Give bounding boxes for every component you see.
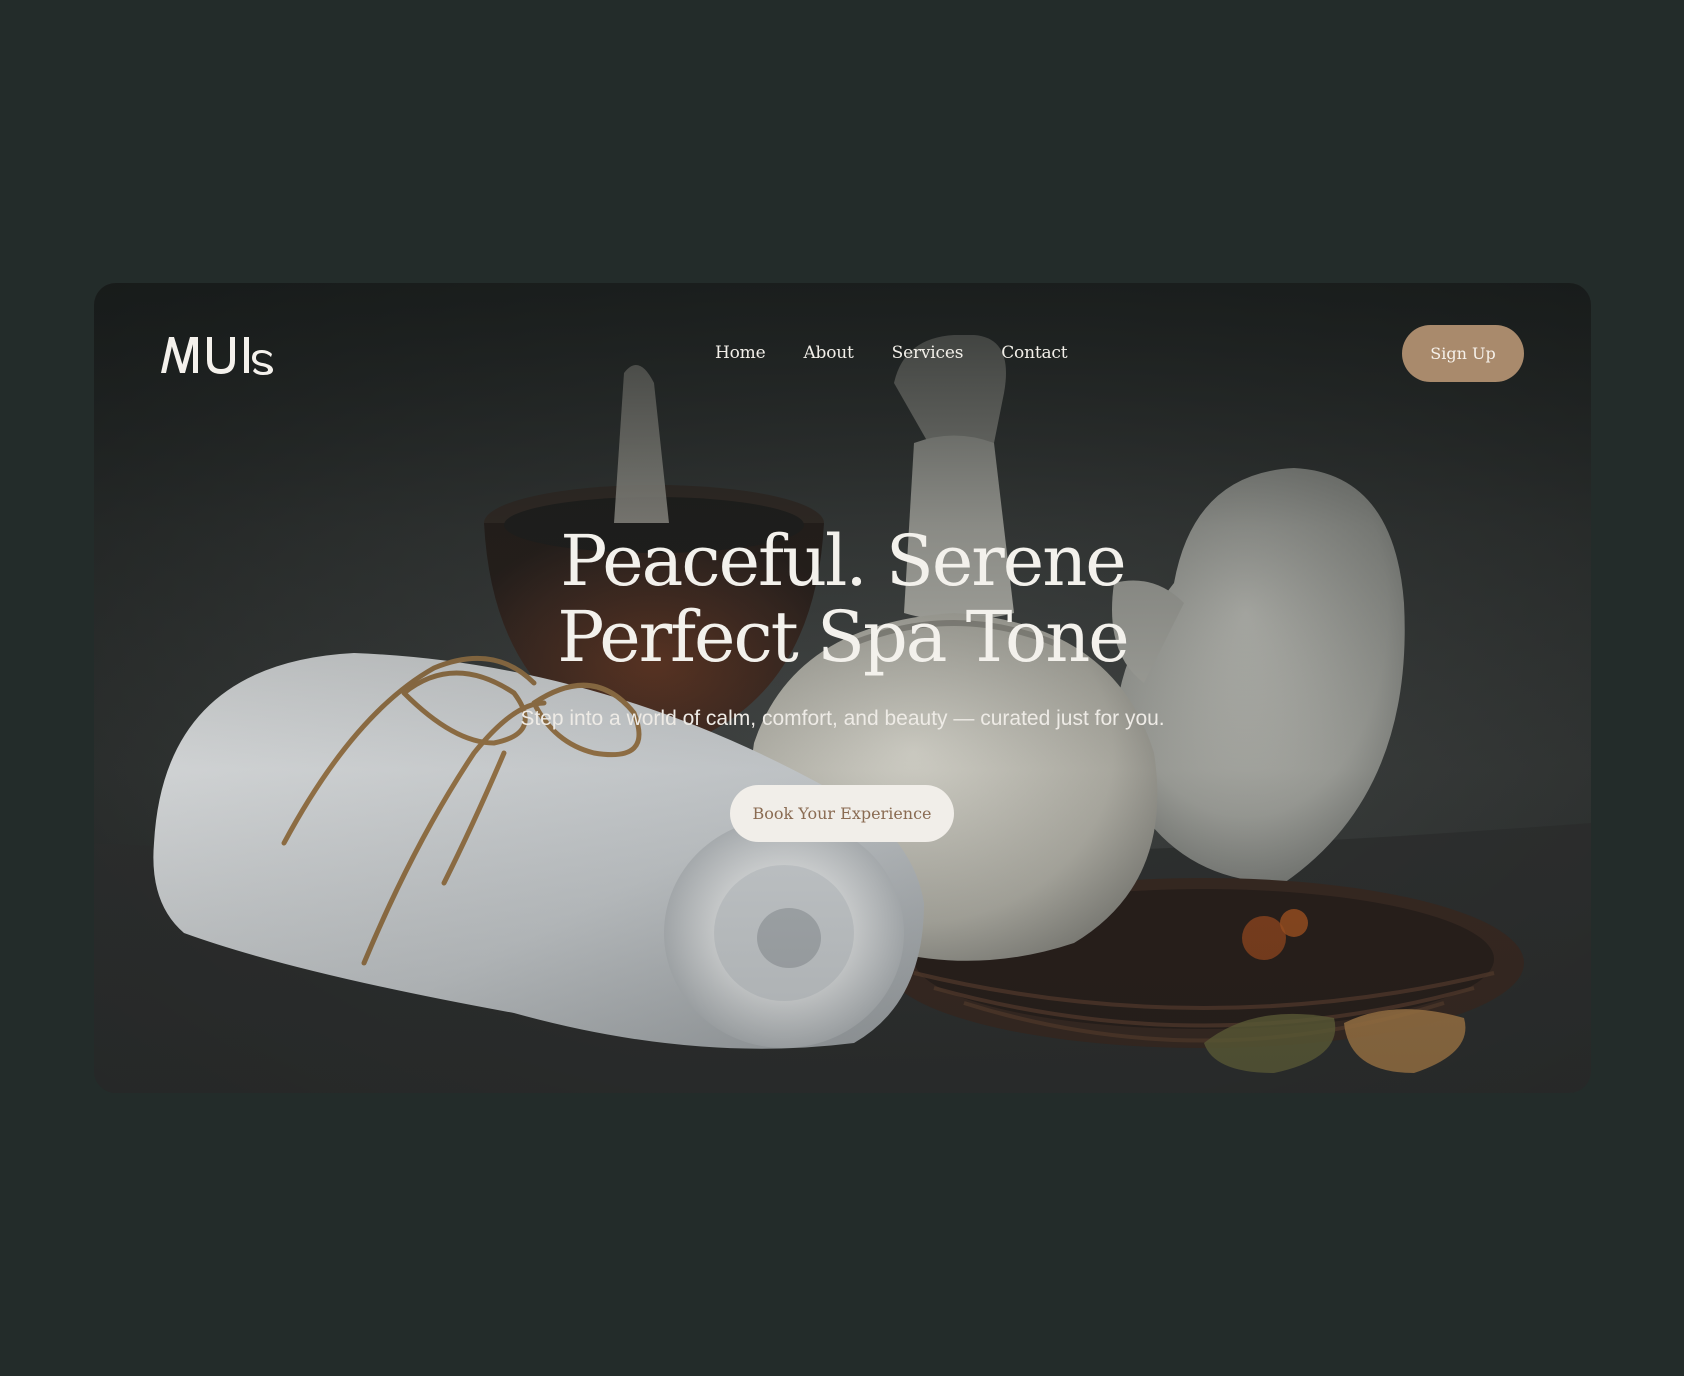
book-experience-button[interactable]: Book Your Experience (730, 785, 954, 842)
page: Home About Services Contact Sign Up Peac… (0, 0, 1684, 1376)
brand-logo[interactable] (159, 333, 275, 377)
hero-subtitle: Step into a world of calm, comfort, and … (520, 707, 1165, 730)
headline-line-2: Perfect Spa Tone (557, 596, 1129, 678)
hero-overlay (94, 283, 1591, 1093)
hero-banner: Home About Services Contact Sign Up Peac… (94, 283, 1591, 1093)
nav-link-contact[interactable]: Contact (1001, 343, 1067, 363)
sign-up-button[interactable]: Sign Up (1402, 325, 1524, 382)
headline-line-1: Peaceful. Serene (560, 520, 1126, 602)
nav-link-about[interactable]: About (803, 343, 853, 363)
nav-link-home[interactable]: Home (715, 343, 766, 363)
nav-link-services[interactable]: Services (892, 343, 964, 363)
hero-headline: Peaceful. Serene Perfect Spa Tone (94, 523, 1591, 675)
main-nav: Home About Services Contact (715, 343, 1068, 363)
